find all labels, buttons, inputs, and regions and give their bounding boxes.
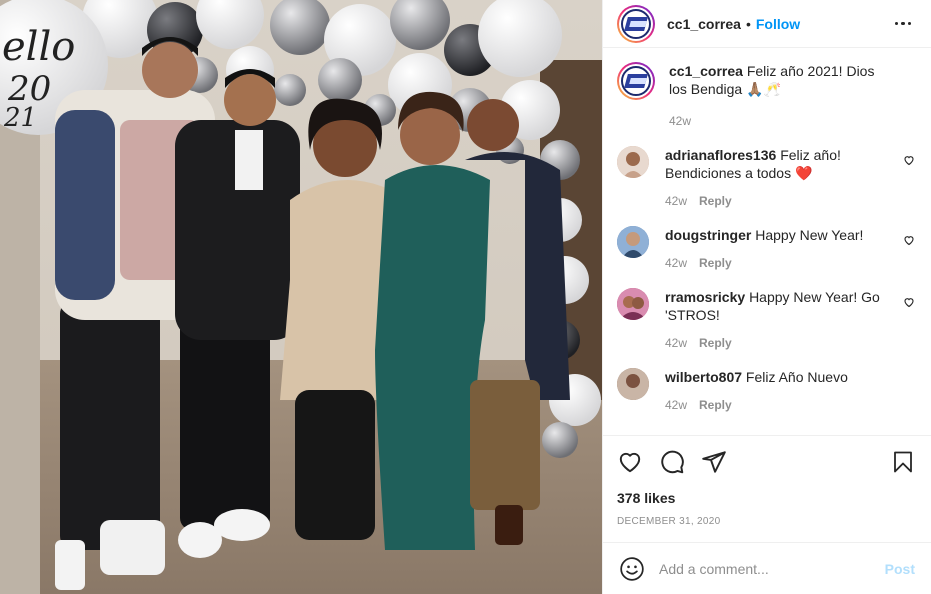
avatar-photo-icon <box>617 288 649 320</box>
comment-username[interactable]: adrianaflores136 <box>665 147 776 163</box>
likes-count[interactable]: 378 likes <box>617 490 915 506</box>
comment-text: Feliz Año Nuevo <box>745 369 848 385</box>
avatar-photo-icon <box>617 146 649 178</box>
post-photo[interactable]: ello 20 21 <box>0 0 602 594</box>
caption: cc1_correa Feliz año 2021! Dios los Bend… <box>617 62 915 128</box>
comment-username[interactable]: wilberto807 <box>665 369 742 385</box>
heart-icon[interactable] <box>617 449 643 475</box>
author-avatar[interactable] <box>617 4 655 43</box>
comments-list[interactable]: cc1_correa Feliz año 2021! Dios los Bend… <box>603 48 931 435</box>
avatar-photo-icon <box>617 368 649 400</box>
comment-username[interactable]: rramosricky <box>665 289 745 305</box>
reply-button[interactable]: Reply <box>699 256 732 270</box>
post-comment-button[interactable]: Post <box>885 561 915 577</box>
smiley-icon[interactable] <box>619 556 645 582</box>
comment-age[interactable]: 42w <box>665 256 687 270</box>
post-side-panel: cc1_correa • Follow cc1_correa Feliz año… <box>602 0 931 594</box>
add-comment-bar: Post <box>603 542 931 594</box>
header-separator: • <box>745 15 751 32</box>
svg-text:ello: ello <box>2 24 75 70</box>
reply-button[interactable]: Reply <box>699 194 732 208</box>
bookmark-icon[interactable] <box>891 449 915 475</box>
action-bar: 378 likes DECEMBER 31, 2020 <box>603 435 931 527</box>
comment-input[interactable] <box>659 560 885 577</box>
commenter-avatar[interactable] <box>617 288 649 320</box>
comment-text: Happy New Year! <box>755 227 864 243</box>
follow-button[interactable]: Follow <box>756 16 800 32</box>
avatar-photo-icon <box>617 226 649 258</box>
instagram-post: ello 20 21 cc1_correa • Follow cc1_corre… <box>0 0 931 594</box>
comment-icon[interactable] <box>659 449 685 475</box>
comment-item: dougstringer Happy New Year! 42w Reply <box>617 226 915 270</box>
author-logo-icon <box>621 8 651 39</box>
comment-item: adrianaflores136 Feliz año! Bendiciones … <box>617 146 915 208</box>
caption-logo-icon <box>621 66 651 96</box>
share-icon[interactable] <box>701 449 727 475</box>
comment-item: wilberto807 Feliz Año Nuevo 42w Reply <box>617 368 915 412</box>
caption-age[interactable]: 42w <box>669 114 691 128</box>
caption-username[interactable]: cc1_correa <box>669 63 743 79</box>
post-header: cc1_correa • Follow <box>603 0 931 48</box>
commenter-avatar[interactable] <box>617 146 649 178</box>
comment-like-heart-icon[interactable] <box>903 296 915 308</box>
commenter-avatar[interactable] <box>617 226 649 258</box>
comment-like-heart-icon[interactable] <box>903 234 915 246</box>
comment-item: rramosricky Happy New Year! Go 'STROS! 4… <box>617 288 915 350</box>
comment-like-heart-icon[interactable] <box>903 154 915 166</box>
more-options-icon[interactable] <box>891 18 916 30</box>
reply-button[interactable]: Reply <box>699 336 732 350</box>
post-date[interactable]: DECEMBER 31, 2020 <box>617 516 915 527</box>
comment-age[interactable]: 42w <box>665 336 687 350</box>
reply-button[interactable]: Reply <box>699 398 732 412</box>
comment-username[interactable]: dougstringer <box>665 227 751 243</box>
photo-illustration: ello 20 21 <box>0 0 602 594</box>
author-username[interactable]: cc1_correa <box>667 16 741 32</box>
comment-age[interactable]: 42w <box>665 194 687 208</box>
comment-age[interactable]: 42w <box>665 398 687 412</box>
caption-avatar[interactable] <box>617 62 655 100</box>
commenter-avatar[interactable] <box>617 368 649 400</box>
svg-text:21: 21 <box>3 103 37 133</box>
